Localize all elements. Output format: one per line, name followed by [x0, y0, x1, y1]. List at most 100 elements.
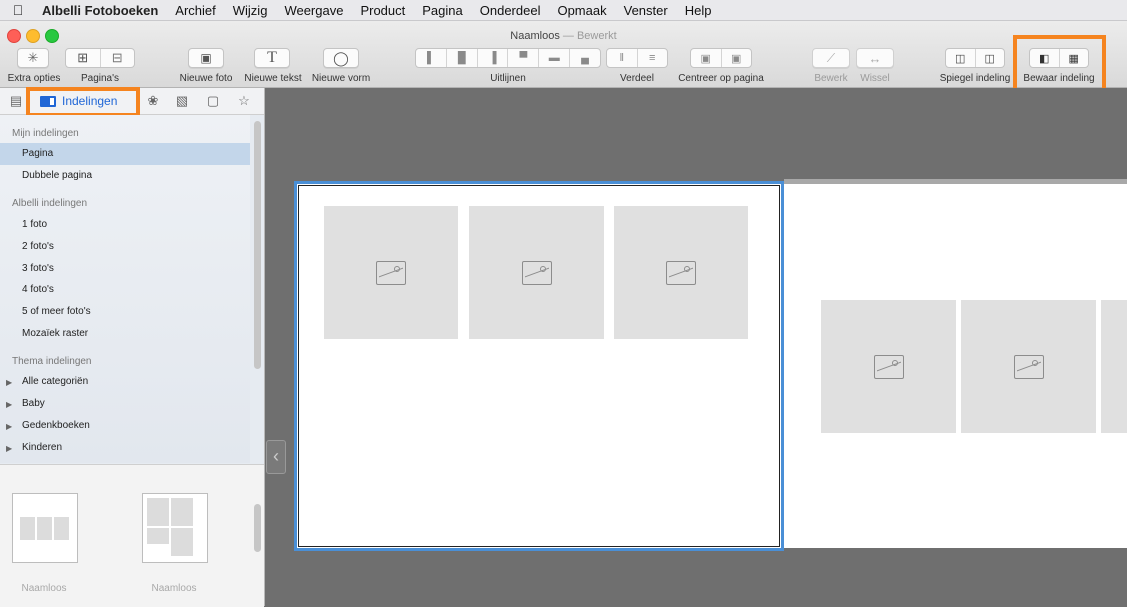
- layout-thumbnail[interactable]: [142, 493, 208, 563]
- list-item-4-fotos[interactable]: 4 foto's: [22, 284, 54, 295]
- add-page-icon[interactable]: ⊞: [66, 49, 101, 67]
- menu-onderdeel[interactable]: Onderdeel: [480, 3, 541, 18]
- verdeel-label: Verdeel: [620, 73, 654, 84]
- list-item-2-fotos[interactable]: 2 foto's: [22, 241, 54, 252]
- collapse-sidebar-chevron-icon[interactable]: ‹: [266, 440, 286, 474]
- align-middle-icon[interactable]: ▬: [539, 49, 571, 67]
- disclosure-triangle-icon[interactable]: ▶: [6, 400, 12, 409]
- list-item-5-of-meer[interactable]: 5 of meer foto's: [22, 306, 91, 317]
- nieuwe-tekst-label: Nieuwe tekst: [244, 73, 302, 84]
- image-placeholder-icon: [376, 260, 406, 285]
- thumb-photo-slot: [37, 517, 52, 540]
- wissel-button[interactable]: ↔: [856, 48, 894, 68]
- bewerk-button[interactable]: ⟋: [812, 48, 850, 68]
- tab-photos-icon[interactable]: ▤: [8, 94, 24, 108]
- image-placeholder-icon: [666, 260, 696, 285]
- pencil-icon: ⟋: [826, 50, 836, 65]
- mirror-right-icon[interactable]: ◫: [976, 49, 1005, 67]
- layout-thumbnail[interactable]: [12, 493, 78, 563]
- menu-wijzig[interactable]: Wijzig: [233, 3, 268, 18]
- tab-backgrounds-icon[interactable]: ▧: [174, 94, 190, 108]
- photo-placeholder[interactable]: [324, 206, 458, 339]
- thumb-photo-slot: [171, 498, 193, 526]
- center-vertical-icon[interactable]: ▣: [722, 49, 752, 67]
- menu-opmaak[interactable]: Opmaak: [557, 3, 606, 18]
- sidebar-tabs: ▤ Indelingen ❀ ▧ ▢ ☆: [0, 87, 264, 117]
- apple-icon[interactable]: : [10, 2, 26, 18]
- image-placeholder-icon: [873, 354, 904, 379]
- nieuwe-vorm-button[interactable]: ◯: [323, 48, 359, 68]
- centreer-segmented[interactable]: ▣ ▣: [690, 48, 752, 68]
- thumb-photo-slot: [20, 517, 35, 540]
- photo-placeholder[interactable]: [614, 206, 748, 339]
- thumb-photo-slot: [147, 498, 169, 526]
- list-item-kinderen[interactable]: Kinderen: [22, 442, 62, 453]
- thumb-photo-slot: [171, 528, 193, 556]
- centreer-label: Centreer op pagina: [678, 73, 764, 84]
- thumbnails-scrollbar[interactable]: [254, 504, 261, 552]
- menu-help[interactable]: Help: [685, 3, 712, 18]
- list-item-mozaiek[interactable]: Mozaïek raster: [22, 328, 88, 339]
- disclosure-triangle-icon[interactable]: ▶: [6, 378, 12, 387]
- photo-placeholder[interactable]: [469, 206, 604, 339]
- indelingen-highlight-box: [26, 87, 140, 117]
- window-toolbar: Naamloos — Bewerkt ✳ Extra opties ⊞ ⊟ Pa…: [0, 21, 1127, 93]
- distribute-horizontal-icon[interactable]: ‖: [607, 49, 638, 67]
- list-item-gedenkboeken[interactable]: Gedenkboeken: [22, 420, 90, 431]
- mirror-left-icon[interactable]: ◫: [946, 49, 976, 67]
- extra-opties-label: Extra opties: [7, 73, 61, 84]
- menu-bar:  Albelli Fotoboeken Archief Wijzig Weer…: [0, 0, 1127, 21]
- photo-placeholder[interactable]: [961, 300, 1096, 433]
- distribute-vertical-icon[interactable]: ≡: [638, 49, 668, 67]
- list-item-1-foto[interactable]: 1 foto: [22, 219, 47, 230]
- list-item-pagina[interactable]: Pagina: [22, 148, 53, 159]
- remove-page-icon[interactable]: ⊟: [101, 49, 135, 67]
- align-bottom-icon[interactable]: ▄: [570, 49, 600, 67]
- menu-pagina[interactable]: Pagina: [422, 3, 462, 18]
- menu-product[interactable]: Product: [360, 3, 405, 18]
- tab-favorites-icon[interactable]: ☆: [236, 94, 252, 108]
- menu-venster[interactable]: Venster: [624, 3, 668, 18]
- left-page-selected[interactable]: [294, 181, 784, 551]
- extra-opties-button[interactable]: ✳: [17, 48, 49, 68]
- list-item-dubbele-pagina[interactable]: Dubbele pagina: [22, 170, 92, 181]
- spiegel-segmented[interactable]: ◫ ◫: [945, 48, 1005, 68]
- photo-placeholder[interactable]: [1101, 300, 1127, 433]
- disclosure-triangle-icon[interactable]: ▶: [6, 422, 12, 431]
- thumb-photo-slot: [54, 517, 69, 540]
- list-item-3-fotos[interactable]: 3 foto's: [22, 263, 54, 274]
- disclosure-triangle-icon[interactable]: ▶: [6, 444, 12, 453]
- list-scrollbar[interactable]: [254, 121, 261, 369]
- list-item-baby[interactable]: Baby: [22, 398, 45, 409]
- document-status: Bewerkt: [576, 30, 617, 42]
- nieuwe-tekst-button[interactable]: T: [254, 48, 290, 68]
- layouts-list: Mijn indelingen Pagina Dubbele pagina Al…: [0, 115, 250, 463]
- tab-frames-icon[interactable]: ▢: [205, 94, 221, 108]
- verdeel-segmented[interactable]: ‖ ≡: [606, 48, 668, 68]
- thumbnail-caption: Naamloos: [151, 583, 197, 594]
- menu-archief[interactable]: Archief: [175, 3, 215, 18]
- section-mijn-indelingen: Mijn indelingen: [12, 128, 79, 139]
- thumbnail-caption: Naamloos: [21, 583, 67, 594]
- menu-app-name[interactable]: Albelli Fotoboeken: [42, 3, 158, 18]
- thumb-photo-slot: [147, 528, 169, 544]
- nieuwe-foto-button[interactable]: ▣: [188, 48, 224, 68]
- align-left-icon[interactable]: ▌: [416, 49, 447, 67]
- paginas-label: Pagina's: [80, 73, 120, 84]
- menu-weergave[interactable]: Weergave: [284, 3, 343, 18]
- list-item-alle-categorien[interactable]: Alle categoriën: [22, 376, 88, 387]
- section-albelli-indelingen: Albelli indelingen: [12, 198, 88, 209]
- paginas-segmented[interactable]: ⊞ ⊟: [65, 48, 135, 68]
- center-horizontal-icon[interactable]: ▣: [691, 49, 722, 67]
- uitlijnen-segmented[interactable]: ▌ █ ▐ ▀ ▬ ▄: [415, 48, 601, 68]
- photo-placeholder[interactable]: [821, 300, 956, 433]
- image-placeholder-icon: [1013, 354, 1044, 379]
- align-right-icon[interactable]: ▐: [478, 49, 509, 67]
- photo-icon: ▣: [200, 51, 212, 65]
- image-placeholder-icon: [521, 260, 552, 285]
- right-page[interactable]: [784, 184, 1127, 548]
- tab-stickers-icon[interactable]: ❀: [145, 94, 161, 108]
- align-top-icon[interactable]: ▀: [508, 49, 540, 67]
- text-icon: T: [267, 49, 277, 66]
- align-center-icon[interactable]: █: [447, 49, 478, 67]
